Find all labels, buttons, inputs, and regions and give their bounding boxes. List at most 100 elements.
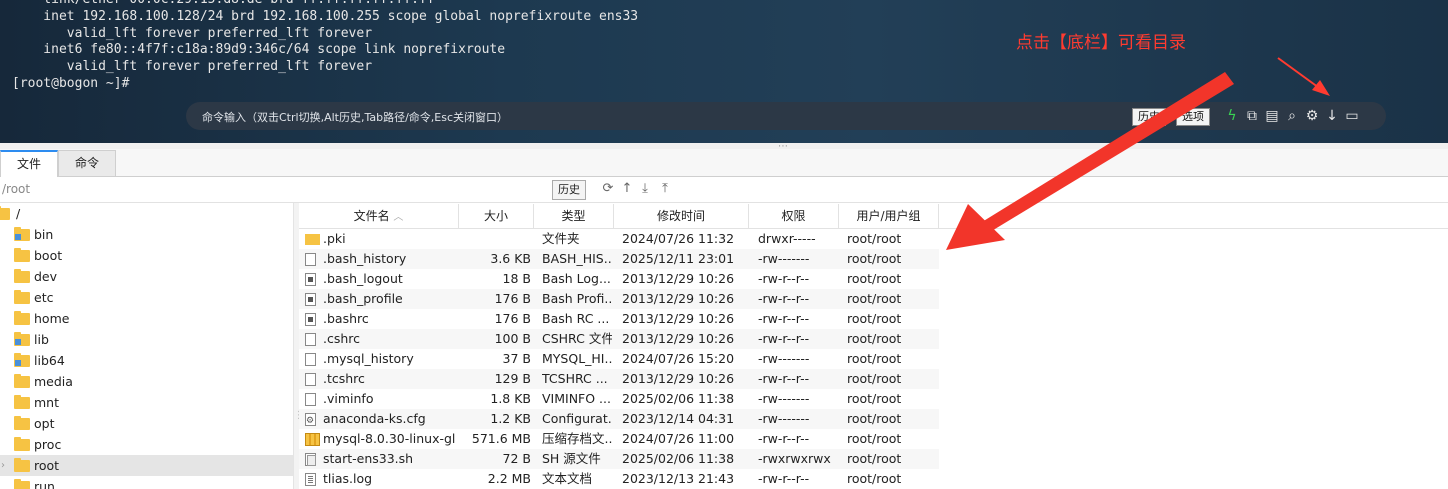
file-mtime: 2024/07/26 11:32 <box>622 231 735 246</box>
folder-icon <box>14 290 30 304</box>
file-size: 1.8 KB <box>490 391 531 406</box>
tree-item-lib64[interactable]: lib64 <box>0 350 293 371</box>
tree-item-label: run <box>34 479 55 489</box>
tree-item-root-dir[interactable]: › root <box>0 455 293 476</box>
file-size: 3.6 KB <box>490 251 531 266</box>
file-row[interactable]: .bash_history 3.6 KB BASH_HIS... 2025/12/11… <box>299 249 939 269</box>
tree-item-label: / <box>16 206 21 221</box>
tree-item-bin[interactable]: bin <box>0 224 293 245</box>
file-icon <box>305 353 316 366</box>
tree-item-home[interactable]: home <box>0 308 293 329</box>
command-history-button[interactable]: 历史 <box>1132 108 1166 126</box>
file-permissions: -rw------- <box>758 251 810 266</box>
search-icon[interactable]: ⌕ <box>1284 108 1300 124</box>
config-file-icon <box>305 411 316 431</box>
folder-link-icon <box>14 332 30 346</box>
tree-item-label: dev <box>34 269 58 284</box>
folder-icon <box>305 234 320 245</box>
tree-item-root[interactable]: / <box>0 203 293 224</box>
up-icon[interactable]: ↑ <box>619 180 635 198</box>
tab-commands[interactable]: 命令 <box>58 150 116 176</box>
file-mtime: 2024/07/26 15:20 <box>622 351 735 366</box>
refresh-icon[interactable]: ⟳ <box>600 180 616 198</box>
file-row[interactable]: .bashrc 176 B Bash RC ... 2013/12/29 10:26 -… <box>299 309 939 329</box>
document-icon <box>305 293 316 306</box>
file-mtime: 2024/07/26 11:00 <box>622 431 735 446</box>
file-permissions: -rw-r--r-- <box>758 291 810 306</box>
file-row[interactable]: .bash_logout 18 B Bash Log... 2013/12/29 10… <box>299 269 939 289</box>
terminal-pane[interactable]: link/ether 00:0c:29:15:d8:de brd ff:ff:f… <box>0 0 1448 143</box>
tree-item-etc[interactable]: etc <box>0 287 293 308</box>
file-row[interactable]: tlias.log 2.2 MB 文本文档 2023/12/13 21:43 -rw-r… <box>299 469 939 489</box>
tree-item-lib[interactable]: lib <box>0 329 293 350</box>
file-row[interactable]: .pki 文件夹 2024/07/26 11:32 drwxr----- root/ro… <box>299 229 939 249</box>
file-permissions: -rw-r--r-- <box>758 431 810 446</box>
file-row[interactable]: start-ens33.sh 72 B SH 源文件 2025/02/06 11:38… <box>299 449 939 469</box>
terminal-line: valid_lft forever preferred_lft forever <box>12 26 373 41</box>
file-name: .pki <box>323 231 346 246</box>
window-icon[interactable]: ▭ <box>1344 108 1360 124</box>
file-size: 18 B <box>502 271 531 286</box>
tab-bar: 文件 命令 <box>0 149 1448 177</box>
tree-item-boot[interactable]: boot <box>0 245 293 266</box>
folder-icon <box>14 374 30 388</box>
column-header-type[interactable]: 类型 <box>534 204 614 228</box>
path-input[interactable] <box>0 180 552 198</box>
file-row[interactable]: .mysql_history 37 B MYSQL_HI... 2024/07/26 … <box>299 349 939 369</box>
file-type: Configurat... <box>542 411 612 426</box>
file-row[interactable]: .tcshrc 129 B TCSHRC ... 2013/12/29 10:26 -r… <box>299 369 939 389</box>
file-type: Bash RC ... <box>542 311 610 326</box>
file-name: .mysql_history <box>323 351 414 366</box>
file-row[interactable]: anaconda-ks.cfg 1.2 KB Configurat... 2023/1… <box>299 409 939 431</box>
file-type: VIMINFO ... <box>542 391 611 406</box>
file-name: start-ens33.sh <box>323 451 414 466</box>
file-row[interactable]: .viminfo 1.8 KB VIMINFO ... 2025/02/06 11:3… <box>299 389 939 409</box>
tree-item-mnt[interactable]: mnt <box>0 392 293 413</box>
file-row[interactable]: mysql-8.0.30-linux-gli... 571.6 MB 压缩存档文..… <box>299 429 939 449</box>
download-icon[interactable]: ⤓ <box>637 180 653 198</box>
folder-icon <box>14 458 30 472</box>
gear-icon[interactable]: ⚙ <box>1304 108 1320 124</box>
tree-item-proc[interactable]: proc <box>0 434 293 455</box>
lightning-icon[interactable]: ϟ <box>1224 108 1240 124</box>
file-icon <box>305 393 316 406</box>
column-header-size[interactable]: 大小 <box>459 204 534 228</box>
tree-item-opt[interactable]: opt <box>0 413 293 434</box>
arrow-down-icon[interactable]: ↓ <box>1324 108 1340 124</box>
file-type: CSHRC 文件 <box>542 331 612 346</box>
column-header-mtime[interactable]: 修改时间 <box>614 204 749 228</box>
tree-item-run[interactable]: run <box>0 476 293 489</box>
copy-icon[interactable]: ⧉ <box>1244 108 1260 124</box>
file-row[interactable]: .cshrc 100 B CSHRC 文件 2013/12/29 10:26 -rw-r… <box>299 329 939 349</box>
path-history-button[interactable]: 历史 <box>552 180 586 200</box>
file-type: Bash Profi... <box>542 291 612 306</box>
file-size: 571.6 MB <box>471 431 531 446</box>
tree-item-media[interactable]: media <box>0 371 293 392</box>
file-owner: root/root <box>847 451 902 466</box>
file-type: SH 源文件 <box>542 451 601 466</box>
file-mtime: 2023/12/14 04:31 <box>622 411 735 426</box>
tree-item-dev[interactable]: dev <box>0 266 293 287</box>
tab-files[interactable]: 文件 <box>0 150 58 177</box>
file-owner: root/root <box>847 251 902 266</box>
file-owner: root/root <box>847 271 902 286</box>
document-icon <box>305 273 316 286</box>
folder-icon <box>14 311 30 325</box>
file-size: 100 B <box>494 331 531 346</box>
command-options-button[interactable]: 选项 <box>1176 108 1210 126</box>
upload-icon[interactable]: ⤒ <box>657 180 673 198</box>
column-header-owner[interactable]: 用户/用户组 <box>839 204 939 228</box>
file-row[interactable]: .bash_profile 176 B Bash Profi... 2013/12/2… <box>299 289 939 309</box>
chevron-right-icon[interactable]: › <box>1 455 5 476</box>
column-header-permissions[interactable]: 权限 <box>749 204 839 228</box>
file-permissions: -rw-r--r-- <box>758 331 810 346</box>
file-type: BASH_HIS... <box>542 251 612 266</box>
column-header-name[interactable]: 文件名 ︿ <box>299 204 459 228</box>
document-icon <box>305 313 316 326</box>
file-owner: root/root <box>847 331 902 346</box>
command-bar[interactable]: 命令输入（双击Ctrl切换,Alt历史,Tab路径/命令,Esc关闭窗口） 历史… <box>186 102 1386 130</box>
folder-icon <box>14 269 30 283</box>
command-input[interactable]: 命令输入（双击Ctrl切换,Alt历史,Tab路径/命令,Esc关闭窗口） <box>202 109 508 125</box>
paste-icon[interactable]: ▤ <box>1264 108 1280 124</box>
tree-item-label: lib <box>34 332 49 347</box>
